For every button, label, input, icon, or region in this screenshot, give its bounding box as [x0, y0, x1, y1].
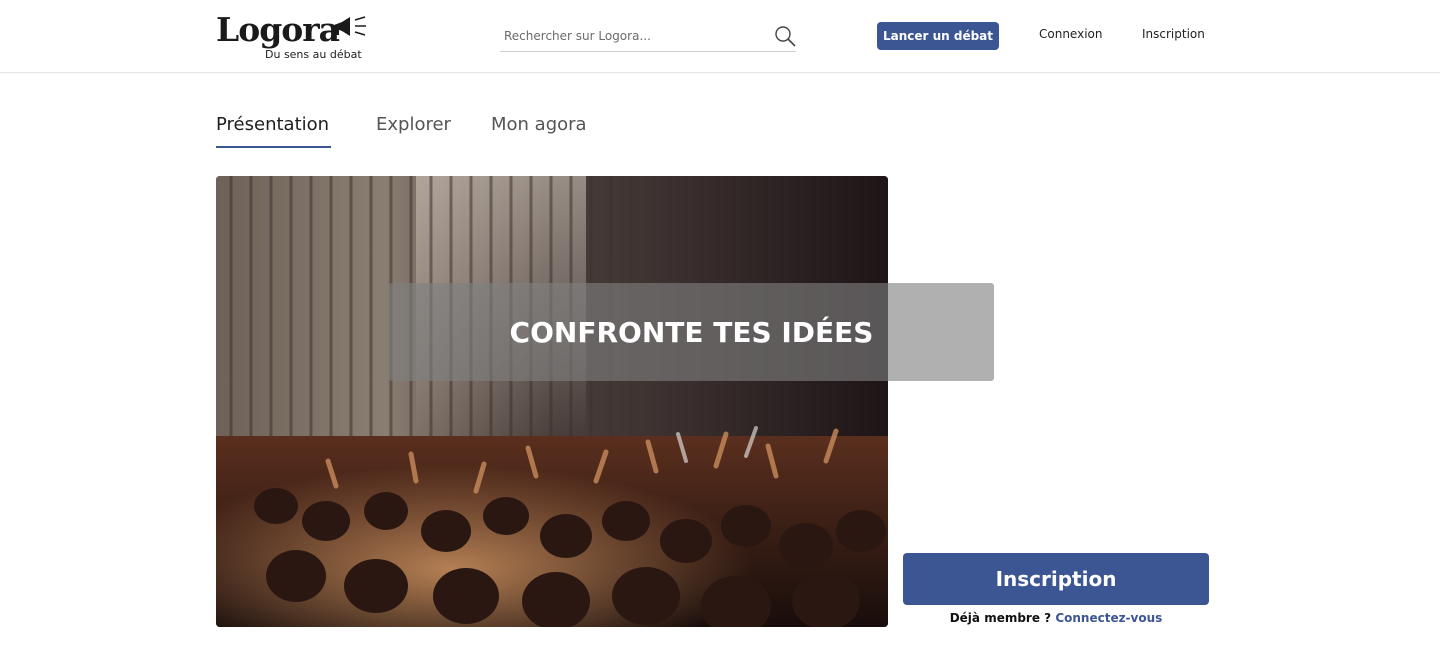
site-header: Logora Du sens au débat Lancer un débat …: [0, 0, 1440, 73]
signup-button[interactable]: Inscription: [903, 553, 1209, 605]
already-member-line: Déjà membre ? Connectez-vous: [903, 611, 1209, 625]
crowd-photo: [216, 176, 888, 627]
hero-title-banner: CONFRONTE TES IDÉES: [389, 283, 994, 381]
search-bar: [500, 22, 796, 52]
login-link-secondary[interactable]: Connectez-vous: [1055, 611, 1162, 625]
search-icon[interactable]: [773, 24, 797, 48]
login-link[interactable]: Connexion: [1039, 27, 1103, 41]
logo[interactable]: Logora Du sens au débat: [216, 10, 376, 65]
launch-debate-button[interactable]: Lancer un débat: [877, 22, 999, 50]
hero-image: [216, 176, 888, 627]
tab-mon-agora[interactable]: Mon agora: [491, 112, 587, 148]
search-input[interactable]: [500, 24, 760, 48]
tab-explorer[interactable]: Explorer: [376, 112, 451, 148]
signup-link[interactable]: Inscription: [1142, 27, 1205, 41]
logo-tagline: Du sens au débat: [265, 48, 362, 61]
megaphone-icon: [334, 16, 366, 36]
tab-presentation[interactable]: Présentation: [216, 112, 331, 148]
logo-wordmark: Logora: [216, 10, 340, 49]
already-member-text: Déjà membre ?: [949, 611, 1052, 625]
hero-title: CONFRONTE TES IDÉES: [509, 315, 874, 349]
